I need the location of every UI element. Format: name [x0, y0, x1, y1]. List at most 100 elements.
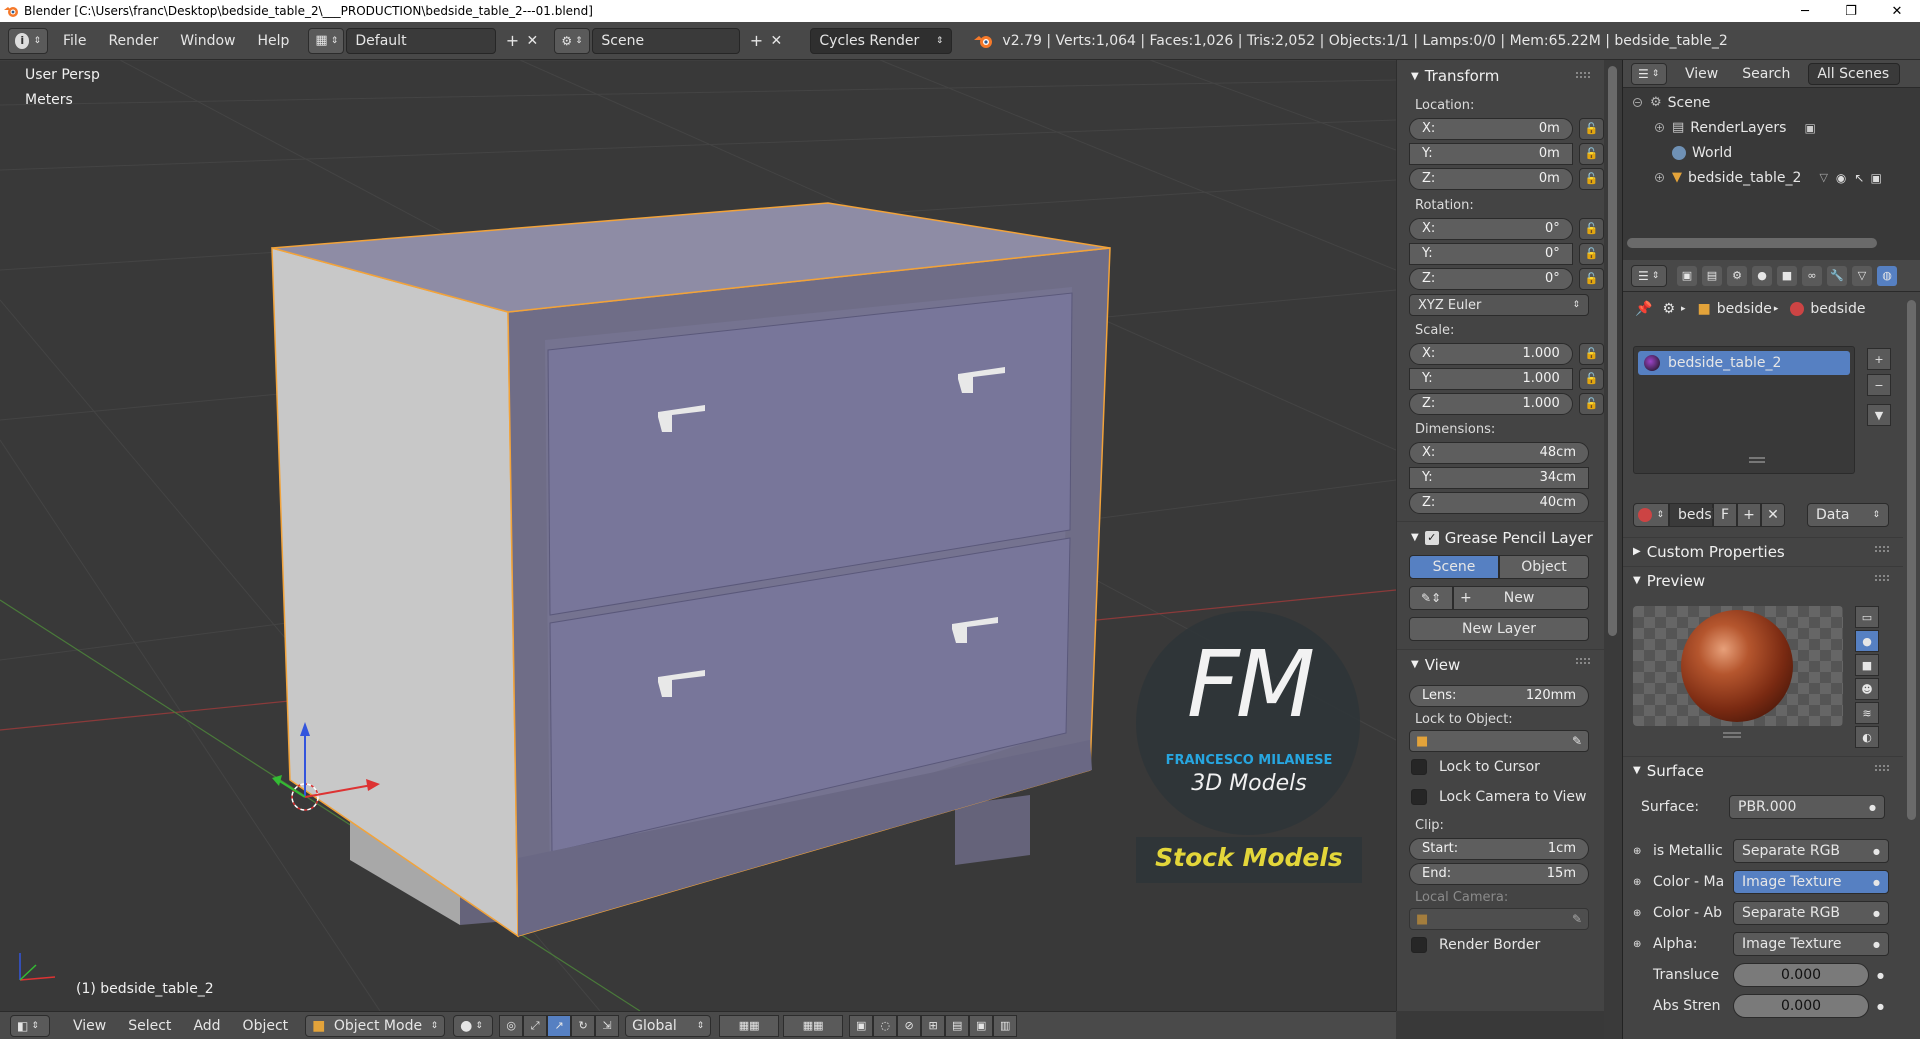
location-x-field[interactable]: X: 0m	[1409, 117, 1573, 140]
grease-pencil-scene-tab[interactable]: Scene	[1409, 555, 1499, 579]
pencil-icon[interactable]: ✎⇕	[1409, 586, 1453, 610]
shelf-scrollbar-thumb[interactable]	[1608, 66, 1617, 636]
link-data-select[interactable]: Data ⇕	[1807, 503, 1889, 527]
material-slot-item[interactable]: bedside_table_2	[1638, 351, 1850, 375]
outliner-item-scene[interactable]: − ⚙ Scene	[1633, 90, 1710, 115]
location-y-field[interactable]: Y: 0m	[1409, 142, 1573, 165]
menu-add[interactable]: Add	[182, 1018, 231, 1034]
menu-select[interactable]: Select	[117, 1018, 182, 1034]
lock-icon[interactable]: 🔓	[1578, 392, 1604, 415]
menu-object[interactable]: Object	[232, 1018, 300, 1034]
eyedropper-icon[interactable]: ✎	[1572, 734, 1582, 748]
material-slot-list[interactable]: bedside_table_2	[1633, 346, 1855, 474]
abs-strength-slider[interactable]: 0.000	[1733, 994, 1869, 1018]
opengl-animation-icon[interactable]: ▥	[993, 1014, 1018, 1037]
editor-type-info-button[interactable]: i ⇕	[8, 27, 48, 54]
slot-specials-icon[interactable]: ▼	[1867, 404, 1891, 426]
link-dot-icon[interactable]: ●	[1877, 1002, 1884, 1011]
socket-expand-icon[interactable]: ⊕	[1633, 877, 1647, 888]
preview-monkey-icon[interactable]: ☻	[1855, 678, 1879, 700]
dimension-y-field[interactable]: Y: 34cm	[1409, 466, 1589, 489]
grease-pencil-object-tab[interactable]: Object	[1499, 555, 1589, 579]
editor-type-properties-button[interactable]: ☰ ⇕	[1631, 264, 1667, 287]
outliner-filter-select[interactable]: All Scenes	[1808, 62, 1901, 85]
scene-name-field[interactable]: Scene	[592, 27, 741, 54]
render-icon[interactable]: ▣	[1804, 121, 1815, 135]
bedside-table-object[interactable]	[271, 202, 1111, 938]
remove-scene-icon[interactable]: ✕	[766, 31, 786, 51]
surface-header[interactable]: ▼ Surface	[1623, 756, 1903, 784]
world-tab-icon[interactable]: ●	[1752, 265, 1772, 286]
snap-toggle-icon[interactable]: ⊘	[897, 1014, 922, 1037]
pin-icon[interactable]: 📌	[1635, 301, 1652, 317]
rotation-x-field[interactable]: X: 0°	[1409, 217, 1573, 240]
eyedropper-icon[interactable]: ✎	[1572, 912, 1582, 926]
translucency-slider[interactable]: 0.000	[1733, 963, 1869, 987]
preview-world-icon[interactable]: ◐	[1855, 726, 1879, 748]
collapse-icon[interactable]: −	[1633, 98, 1642, 107]
fake-user-button[interactable]: F	[1713, 503, 1737, 527]
layer-buttons-group-1[interactable]: ▦▦	[719, 1014, 780, 1037]
transform-panel-header[interactable]: ▼ Transform	[1397, 64, 1604, 88]
grip-icon[interactable]	[1875, 575, 1889, 581]
add-layout-icon[interactable]: +	[502, 31, 522, 51]
snap-element-icon[interactable]: ⊞	[921, 1014, 946, 1037]
surface-shader-select[interactable]: PBR.000 ●	[1729, 795, 1885, 819]
3d-viewport[interactable]: User Persp Meters (1) bedside_table_2 FM…	[0, 60, 1396, 1011]
editor-type-3dview-button[interactable]: ◧ ⇕	[10, 1014, 50, 1037]
preview-resize-grip-icon[interactable]	[1723, 732, 1741, 738]
socket-expand-icon[interactable]: ⊕	[1633, 846, 1647, 857]
expand-icon[interactable]: +	[1655, 123, 1664, 132]
scale-y-field[interactable]: Y: 1.000	[1409, 367, 1573, 390]
proportional-edit-icon[interactable]: ◌	[873, 1014, 898, 1037]
material-tab-icon[interactable]: ◍	[1877, 265, 1897, 286]
translate-manipulator-icon[interactable]: ↗	[547, 1014, 572, 1037]
outliner-item-world[interactable]: World	[1672, 140, 1732, 165]
shelf-scrollbar-track[interactable]	[1604, 60, 1622, 1039]
checkbox[interactable]	[1411, 759, 1427, 775]
outliner-view-menu[interactable]: View	[1685, 66, 1718, 82]
render-preview-icon[interactable]: ▤	[945, 1014, 970, 1037]
modifiers-tab-icon[interactable]: 🔧	[1827, 265, 1847, 286]
layer-buttons-group-2[interactable]: ▦▦	[783, 1014, 844, 1037]
view-panel-header[interactable]: ▼ View	[1397, 649, 1604, 679]
menu-render[interactable]: Render	[97, 33, 169, 49]
lock-layers-icon[interactable]: ▣	[849, 1014, 874, 1037]
outliner-hscrollbar[interactable]	[1627, 238, 1877, 248]
outliner-search-menu[interactable]: Search	[1742, 66, 1790, 82]
screen-layout-icon-button[interactable]: ▦ ⇕	[308, 27, 345, 54]
minimize-button[interactable]: ─	[1782, 0, 1828, 22]
add-scene-icon[interactable]: +	[746, 31, 766, 51]
local-camera-field[interactable]: ■ ✎	[1409, 908, 1589, 930]
editor-type-outliner-button[interactable]: ☰ ⇕	[1631, 62, 1667, 85]
outliner-item-bedside-table[interactable]: + ▼ bedside_table_2 ▽ ◉ ↖ ▣	[1655, 165, 1882, 190]
renderlayers-tab-icon[interactable]: ▤	[1702, 265, 1722, 286]
outliner-item-renderlayers[interactable]: + ▤ RenderLayers ▣	[1655, 115, 1816, 140]
manipulator-toggle-icon[interactable]: ⤢	[523, 1014, 548, 1037]
input-node-select[interactable]: Separate RGB ●	[1733, 839, 1889, 863]
new-layer-button[interactable]: New Layer	[1409, 617, 1589, 641]
object-tab-icon[interactable]: ■	[1777, 265, 1797, 286]
grip-icon[interactable]	[1576, 658, 1590, 664]
checkbox-checked-icon[interactable]: ✓	[1424, 530, 1439, 545]
lock-icon[interactable]: 🔓	[1578, 267, 1604, 290]
list-resize-grip-icon[interactable]	[1749, 457, 1765, 463]
data-tab-icon[interactable]: ▽	[1852, 265, 1872, 286]
render-engine-select[interactable]: Cycles Render ⇕	[810, 27, 953, 54]
grip-icon[interactable]	[1576, 72, 1590, 78]
layout-name-field[interactable]: Default	[346, 27, 497, 54]
select-cursor-icon[interactable]: ↖	[1854, 171, 1864, 185]
preview-sphere-icon[interactable]: ●	[1855, 630, 1879, 652]
input-node-select[interactable]: Image Texture ●	[1733, 932, 1889, 956]
custom-properties-header[interactable]: ▶ Custom Properties	[1623, 537, 1903, 565]
material-browse-button[interactable]: ⇕	[1633, 503, 1669, 527]
render-tab-icon[interactable]: ▣	[1677, 265, 1697, 286]
scale-z-field[interactable]: Z: 1.000	[1409, 392, 1573, 415]
lock-icon[interactable]: 🔓	[1578, 142, 1604, 165]
preview-plane-icon[interactable]: ▭	[1855, 606, 1879, 628]
socket-expand-icon[interactable]: ⊕	[1633, 908, 1647, 919]
preview-cube-icon[interactable]: ■	[1855, 654, 1879, 676]
scale-manipulator-icon[interactable]: ⇲	[595, 1014, 620, 1037]
checkbox[interactable]	[1411, 937, 1427, 953]
lock-to-cursor-checkbox[interactable]: Lock to Cursor	[1397, 752, 1604, 782]
